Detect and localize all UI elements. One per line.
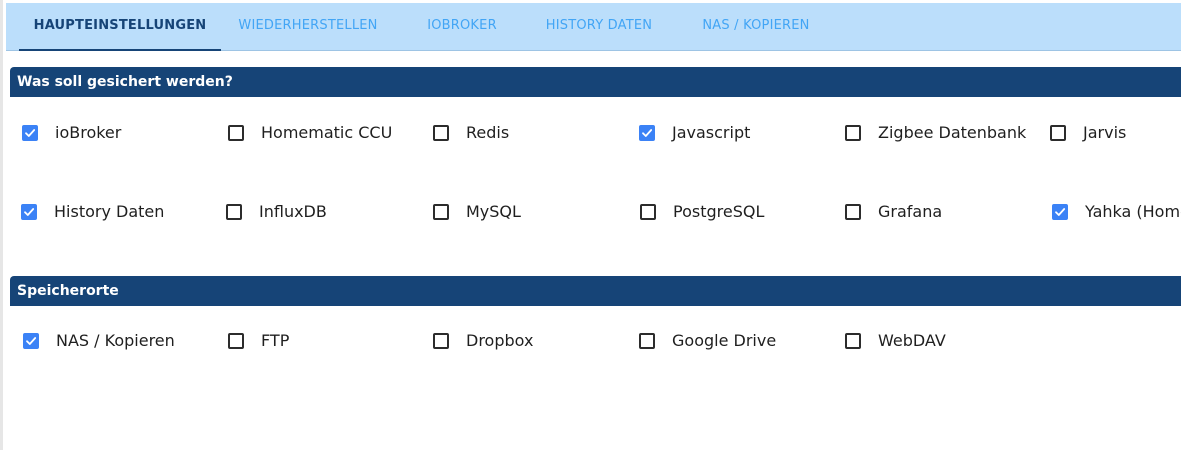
checkbox-label: Google Drive bbox=[672, 331, 777, 350]
empty-box-icon[interactable] bbox=[1050, 124, 1066, 141]
tab-iobroker[interactable]: IOBROKER bbox=[416, 3, 508, 50]
checkbox-javascript[interactable]: Javascript bbox=[639, 123, 750, 142]
checkbox-label: Javascript bbox=[672, 123, 751, 142]
checkbox-jarvis[interactable]: Jarvis bbox=[1050, 123, 1126, 142]
check-icon[interactable] bbox=[21, 203, 37, 220]
empty-box-icon[interactable] bbox=[845, 332, 861, 349]
checkbox-grafana[interactable]: Grafana bbox=[845, 202, 942, 221]
tab-wiederherstellen[interactable]: WIEDERHERSTELLEN bbox=[232, 3, 384, 50]
tab-bar: HAUPTEINSTELLUNGEN WIEDERHERSTELLEN IOBR… bbox=[6, 3, 1181, 51]
empty-box-icon[interactable] bbox=[845, 124, 861, 141]
checkbox-label: MySQL bbox=[466, 202, 521, 221]
checkbox-label: History Daten bbox=[54, 202, 165, 221]
checkbox-label: PostgreSQL bbox=[673, 202, 765, 221]
tab-nas-kopieren[interactable]: NAS / KOPIEREN bbox=[690, 3, 822, 50]
checkbox-label: FTP bbox=[261, 331, 290, 350]
backup-settings-panel: HAUPTEINSTELLUNGEN WIEDERHERSTELLEN IOBR… bbox=[0, 0, 1181, 450]
empty-box-icon[interactable] bbox=[433, 124, 449, 141]
section-header-storage: Speicherorte bbox=[10, 276, 1181, 306]
checkbox-label: Zigbee Datenbank bbox=[878, 123, 1027, 142]
checkbox-influxdb[interactable]: InfluxDB bbox=[226, 202, 327, 221]
check-icon[interactable] bbox=[22, 124, 38, 141]
empty-box-icon[interactable] bbox=[228, 332, 244, 349]
checkbox-label: Yahka (Homekit) bbox=[1085, 202, 1181, 221]
check-icon[interactable] bbox=[1052, 203, 1068, 220]
checkbox-label: WebDAV bbox=[878, 331, 946, 350]
checkbox-nas-kopieren[interactable]: NAS / Kopieren bbox=[23, 331, 175, 350]
checkbox-yahka-homekit[interactable]: Yahka (Homekit) bbox=[1052, 202, 1181, 221]
checkbox-ftp[interactable]: FTP bbox=[228, 331, 289, 350]
checkbox-google-drive[interactable]: Google Drive bbox=[639, 331, 776, 350]
checkbox-label: InfluxDB bbox=[259, 202, 327, 221]
checkbox-iobroker[interactable]: ioBroker bbox=[22, 123, 121, 142]
empty-box-icon[interactable] bbox=[226, 203, 242, 220]
empty-box-icon[interactable] bbox=[228, 124, 244, 141]
checkbox-label: NAS / Kopieren bbox=[56, 331, 175, 350]
checkbox-label: Redis bbox=[466, 123, 510, 142]
checkbox-redis[interactable]: Redis bbox=[433, 123, 509, 142]
checkbox-zigbee-datenbank[interactable]: Zigbee Datenbank bbox=[845, 123, 1026, 142]
check-icon[interactable] bbox=[639, 124, 655, 141]
checkbox-homematic-ccu[interactable]: Homematic CCU bbox=[228, 123, 392, 142]
empty-box-icon[interactable] bbox=[639, 332, 655, 349]
checkbox-postgresql[interactable]: PostgreSQL bbox=[640, 202, 764, 221]
checkbox-history-daten[interactable]: History Daten bbox=[21, 202, 164, 221]
checkbox-label: Dropbox bbox=[466, 331, 534, 350]
checkbox-label: Jarvis bbox=[1083, 123, 1127, 142]
empty-box-icon[interactable] bbox=[433, 203, 449, 220]
empty-box-icon[interactable] bbox=[433, 332, 449, 349]
tab-haupteinstellungen[interactable]: HAUPTEINSTELLUNGEN bbox=[19, 3, 221, 51]
checkbox-mysql[interactable]: MySQL bbox=[433, 202, 521, 221]
check-icon[interactable] bbox=[23, 332, 39, 349]
empty-box-icon[interactable] bbox=[640, 203, 656, 220]
checkbox-label: Grafana bbox=[878, 202, 943, 221]
checkbox-webdav[interactable]: WebDAV bbox=[845, 331, 946, 350]
section-header-backup: Was soll gesichert werden? bbox=[10, 67, 1181, 97]
tab-history-daten[interactable]: HISTORY DATEN bbox=[533, 3, 665, 50]
checkbox-dropbox[interactable]: Dropbox bbox=[433, 331, 533, 350]
checkbox-label: Homematic CCU bbox=[261, 123, 393, 142]
empty-box-icon[interactable] bbox=[845, 203, 861, 220]
checkbox-label: ioBroker bbox=[55, 123, 122, 142]
